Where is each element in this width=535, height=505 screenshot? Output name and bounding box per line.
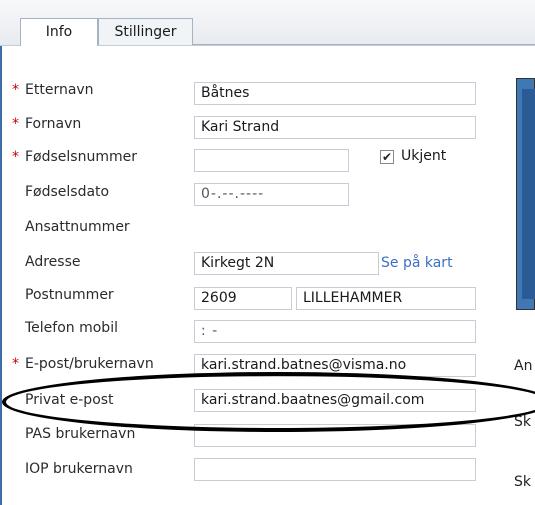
iop-brukernavn-label: IOP brukernavn: [25, 461, 133, 477]
required-marker: *: [12, 149, 19, 165]
adresse-input[interactable]: Kirkegt 2N: [194, 252, 379, 275]
poststed-input[interactable]: LILLEHAMMER: [296, 287, 476, 310]
etternavn-input[interactable]: Båtnes: [194, 82, 476, 105]
epost-brukernavn-label: E-post/brukernavn: [25, 356, 154, 372]
privat-epost-label: Privat e-post: [25, 392, 114, 408]
profile-photo: [516, 78, 535, 310]
pas-brukernavn-label: PAS brukernavn: [25, 426, 136, 442]
fodselsdato-input[interactable]: 0-.--.----: [194, 183, 349, 206]
side-label-an: An: [514, 358, 533, 374]
tab-underline: [193, 44, 535, 45]
se-pa-kart-link[interactable]: Se på kart: [381, 255, 453, 271]
postnummer-input[interactable]: 2609: [194, 287, 292, 310]
telefon-mobil-label: Telefon mobil: [25, 320, 118, 336]
fornavn-input[interactable]: Kari Strand: [194, 116, 476, 139]
postnummer-label: Postnummer: [25, 287, 114, 303]
tab-stillinger[interactable]: Stillinger: [98, 18, 193, 45]
required-marker: *: [12, 356, 19, 372]
tab-info[interactable]: Info: [20, 18, 98, 46]
side-label-sk-2: Sk: [514, 474, 531, 490]
required-marker: *: [12, 82, 19, 98]
fodselsdato-label: Fødselsdato: [25, 184, 110, 200]
fodselsnummer-input[interactable]: [194, 149, 349, 172]
telefon-mobil-input[interactable]: : -: [194, 320, 476, 343]
etternavn-label: Etternavn: [25, 82, 94, 98]
required-marker: *: [12, 116, 19, 132]
ukjent-checkbox[interactable]: ✔: [380, 150, 394, 164]
pas-brukernavn-input[interactable]: [194, 424, 476, 447]
epost-brukernavn-input[interactable]: kari.strand.batnes@visma.no: [194, 354, 476, 377]
iop-brukernavn-input[interactable]: [194, 458, 476, 481]
window-left-border: [0, 0, 2, 505]
fornavn-label: Fornavn: [25, 116, 82, 132]
adresse-label: Adresse: [25, 254, 81, 270]
fodselsnummer-label: Fødselsnummer: [25, 149, 137, 165]
ansattnummer-label: Ansattnummer: [25, 219, 130, 235]
privat-epost-input[interactable]: kari.strand.baatnes@gmail.com: [194, 389, 476, 412]
side-label-sk-1: Sk: [514, 414, 531, 430]
ukjent-label: Ukjent: [401, 148, 447, 164]
